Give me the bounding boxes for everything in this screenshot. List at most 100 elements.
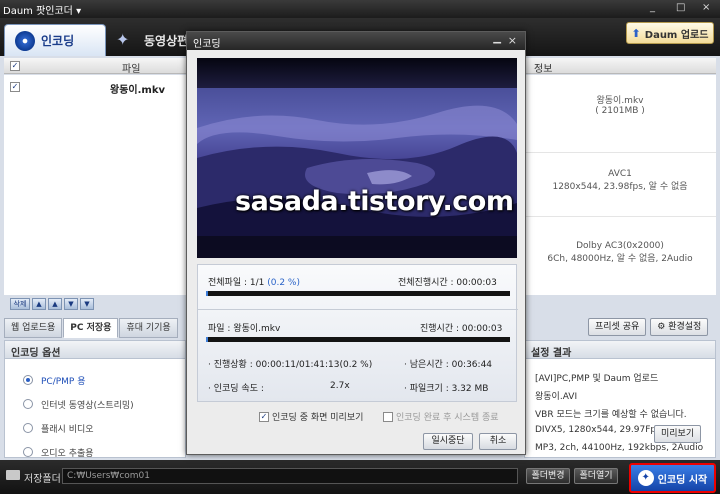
filesize-label: · 파일크기 : 3.32 MB [404, 384, 489, 394]
film-reel-icon: ✦ [637, 470, 654, 486]
row-checkbox[interactable]: ✓ [10, 82, 20, 92]
watermark-text: sasada.tistory.com [235, 186, 514, 217]
divider [198, 309, 518, 310]
preview-button[interactable]: 미리보기 [654, 425, 702, 443]
gear-icon: ⚙ [657, 322, 669, 332]
dialog-minimize-button[interactable]: ▁ [493, 33, 501, 44]
preview-during-encoding-option[interactable]: ✓ 인코딩 중 화면 미리보기 [259, 410, 363, 423]
total-files-label: 전체파일 : 1/1 (0.2 %) [208, 275, 300, 288]
bottom-bar: 저장폴더 폴더변경 폴더열기 ✦ 인코딩 시작 [0, 460, 720, 494]
maximize-button[interactable]: □ [676, 2, 685, 13]
total-progress-fill [206, 291, 208, 296]
total-progress-bar [206, 291, 510, 296]
save-folder-label: 저장폴더 [24, 474, 61, 485]
dialog-titlebar: 인코딩 ▁ × [187, 32, 525, 50]
save-path-input[interactable] [62, 468, 518, 484]
file-info-pane: 왕동이.mkv ( 2101MB ) AVC1 1280x544, 23.98f… [524, 75, 716, 295]
encoding-options-panel: 인코딩 옵션 PC/PMP 용 인터넷 동영상(스트리밍) 플래시 비디오 오디… [4, 340, 186, 459]
result-line: MP3, 2ch, 44100Hz, 192kbps, 2Audio [535, 443, 704, 453]
column-file: 파일 [122, 64, 141, 75]
preview-checkbox[interactable]: ✓ [259, 411, 269, 422]
remaining-time-label: · 남은시간 : 00:36:44 [404, 360, 493, 370]
info-video-detail: 1280x544, 23.98fps, 알 수 없음 [552, 182, 688, 192]
dialog-title: 인코딩 [193, 39, 221, 50]
option-label: PC/PMP 용 [41, 376, 86, 387]
move-up-button[interactable]: ▲ [48, 298, 62, 310]
option-label: 플래시 비디오 [41, 424, 94, 435]
film-reel-icon: ✦ [116, 30, 130, 49]
settings-button[interactable]: ⚙ 환경설정 [650, 318, 709, 336]
daum-upload-button[interactable]: ⬆ Daum 업로드 [626, 22, 714, 44]
info-file-size: ( 2101MB ) [595, 106, 645, 116]
preset-share-button[interactable]: 프리셋 공유 [588, 318, 647, 336]
video-frame-image [197, 58, 517, 258]
tab-video-label: 동영상편 [144, 33, 189, 48]
select-all-checkbox[interactable]: ✓ [10, 61, 20, 71]
radio[interactable] [23, 423, 33, 433]
info-video-block: AVC1 1280x544, 23.98fps, 알 수 없음 [524, 153, 716, 217]
radio-selected[interactable] [23, 375, 33, 385]
option-streaming[interactable]: 인터넷 동영상(스트리밍) [23, 397, 134, 411]
list-toolbar: 삭제 ▲ ▲ ▼ ▼ [4, 296, 186, 314]
file-progress-bar [206, 337, 510, 342]
option-flash[interactable]: 플래시 비디오 [23, 421, 94, 435]
pause-button[interactable]: 일시중단 [423, 433, 473, 450]
shutdown-after-option[interactable]: 인코딩 완료 후 시스템 종료 [383, 410, 499, 423]
result-title: 설정 결과 [525, 341, 715, 359]
radio[interactable] [23, 399, 33, 409]
preset-tabs: 웹 업로드용 PC 저장용 휴대 기기용 [4, 318, 186, 338]
shutdown-checkbox[interactable] [383, 411, 393, 422]
daum-upload-label: Daum 업로드 [644, 29, 709, 41]
option-audio[interactable]: 오디오 추출용 [23, 445, 94, 459]
current-time-label: 진행시간 : 00:00:03 [420, 324, 503, 334]
file-name: 왕동이.mkv [110, 85, 165, 96]
tab-pc-save[interactable]: PC 저장용 [63, 318, 119, 338]
info-audio-codec: Dolby AC3(0x2000) [576, 241, 664, 251]
window-titlebar: Daum 팟인코더 ▾ _ □ × [0, 0, 720, 18]
tab-encode[interactable]: 인코딩 [4, 24, 106, 56]
move-down-button[interactable]: ▼ [64, 298, 78, 310]
delete-button[interactable]: 삭제 [10, 298, 30, 310]
option-pc-pmp[interactable]: PC/PMP 용 [23, 373, 86, 387]
total-percent: (0.2 %) [267, 278, 300, 288]
preset-buttons: 프리셋 공유 ⚙ 환경설정 [588, 318, 709, 336]
move-bottom-button[interactable]: ▼ [80, 298, 94, 310]
tab-mobile-device[interactable]: 휴대 기기용 [119, 318, 178, 338]
file-progress-fill [206, 337, 208, 342]
encoding-progress-dialog: 인코딩 ▁ × sasada.tistory.com 전체파일: 1/1 (0… [186, 31, 526, 455]
cancel-button[interactable]: 취소 [479, 433, 517, 450]
info-file-block: 왕동이.mkv ( 2101MB ) [524, 93, 716, 153]
status-label: · 진행상황 : 00:00:11/01:41:13(0.2 %) [208, 360, 373, 370]
move-top-button[interactable]: ▲ [32, 298, 46, 310]
open-folder-button[interactable]: 폴더열기 [574, 468, 618, 484]
dialog-close-button[interactable]: × [508, 34, 517, 47]
close-button[interactable]: × [702, 2, 710, 13]
option-label: 인터넷 동영상(스트리밍) [41, 400, 134, 411]
info-audio-detail: 6Ch, 48000Hz, 알 수 없음, 2Audio [547, 254, 693, 264]
upload-arrow-icon: ⬆ [631, 26, 641, 40]
options-title: 인코딩 옵션 [5, 341, 185, 359]
video-preview: sasada.tistory.com [197, 58, 517, 258]
start-encoding-button[interactable]: ✦ 인코딩 시작 [629, 463, 716, 493]
current-file-label: 파일 : 왕동이.mkv [208, 324, 281, 334]
disc-icon [15, 30, 35, 51]
radio[interactable] [23, 447, 33, 457]
minimize-button[interactable]: _ [650, 2, 655, 13]
result-line: 왕동이.AVI [535, 392, 578, 402]
option-label: 오디오 추출용 [41, 448, 94, 459]
preview-check-label: 인코딩 중 화면 미리보기 [272, 413, 364, 423]
speed-value: 2.7x [330, 381, 350, 391]
change-folder-button[interactable]: 폴더변경 [526, 468, 570, 484]
speed-label: · 인코딩 속도 : [208, 384, 264, 394]
shutdown-check-label: 인코딩 완료 후 시스템 종료 [396, 413, 499, 423]
file-list: ✓ 왕동이.mkv [4, 75, 186, 295]
info-video-codec: AVC1 [608, 169, 632, 179]
folder-icon [6, 470, 20, 480]
total-time-label: 전체진행시간 : 00:00:03 [398, 278, 497, 288]
info-audio-block: Dolby AC3(0x2000) 6Ch, 48000Hz, 알 수 없음, … [524, 217, 716, 287]
column-info: 정보 [534, 64, 553, 75]
table-row[interactable]: ✓ 왕동이.mkv [4, 79, 186, 96]
result-line: VBR 모드는 크기를 예상할 수 없습니다. [535, 410, 687, 420]
total-files-text: 전체파일 : 1/1 [208, 278, 265, 288]
tab-web-upload[interactable]: 웹 업로드용 [4, 318, 63, 338]
